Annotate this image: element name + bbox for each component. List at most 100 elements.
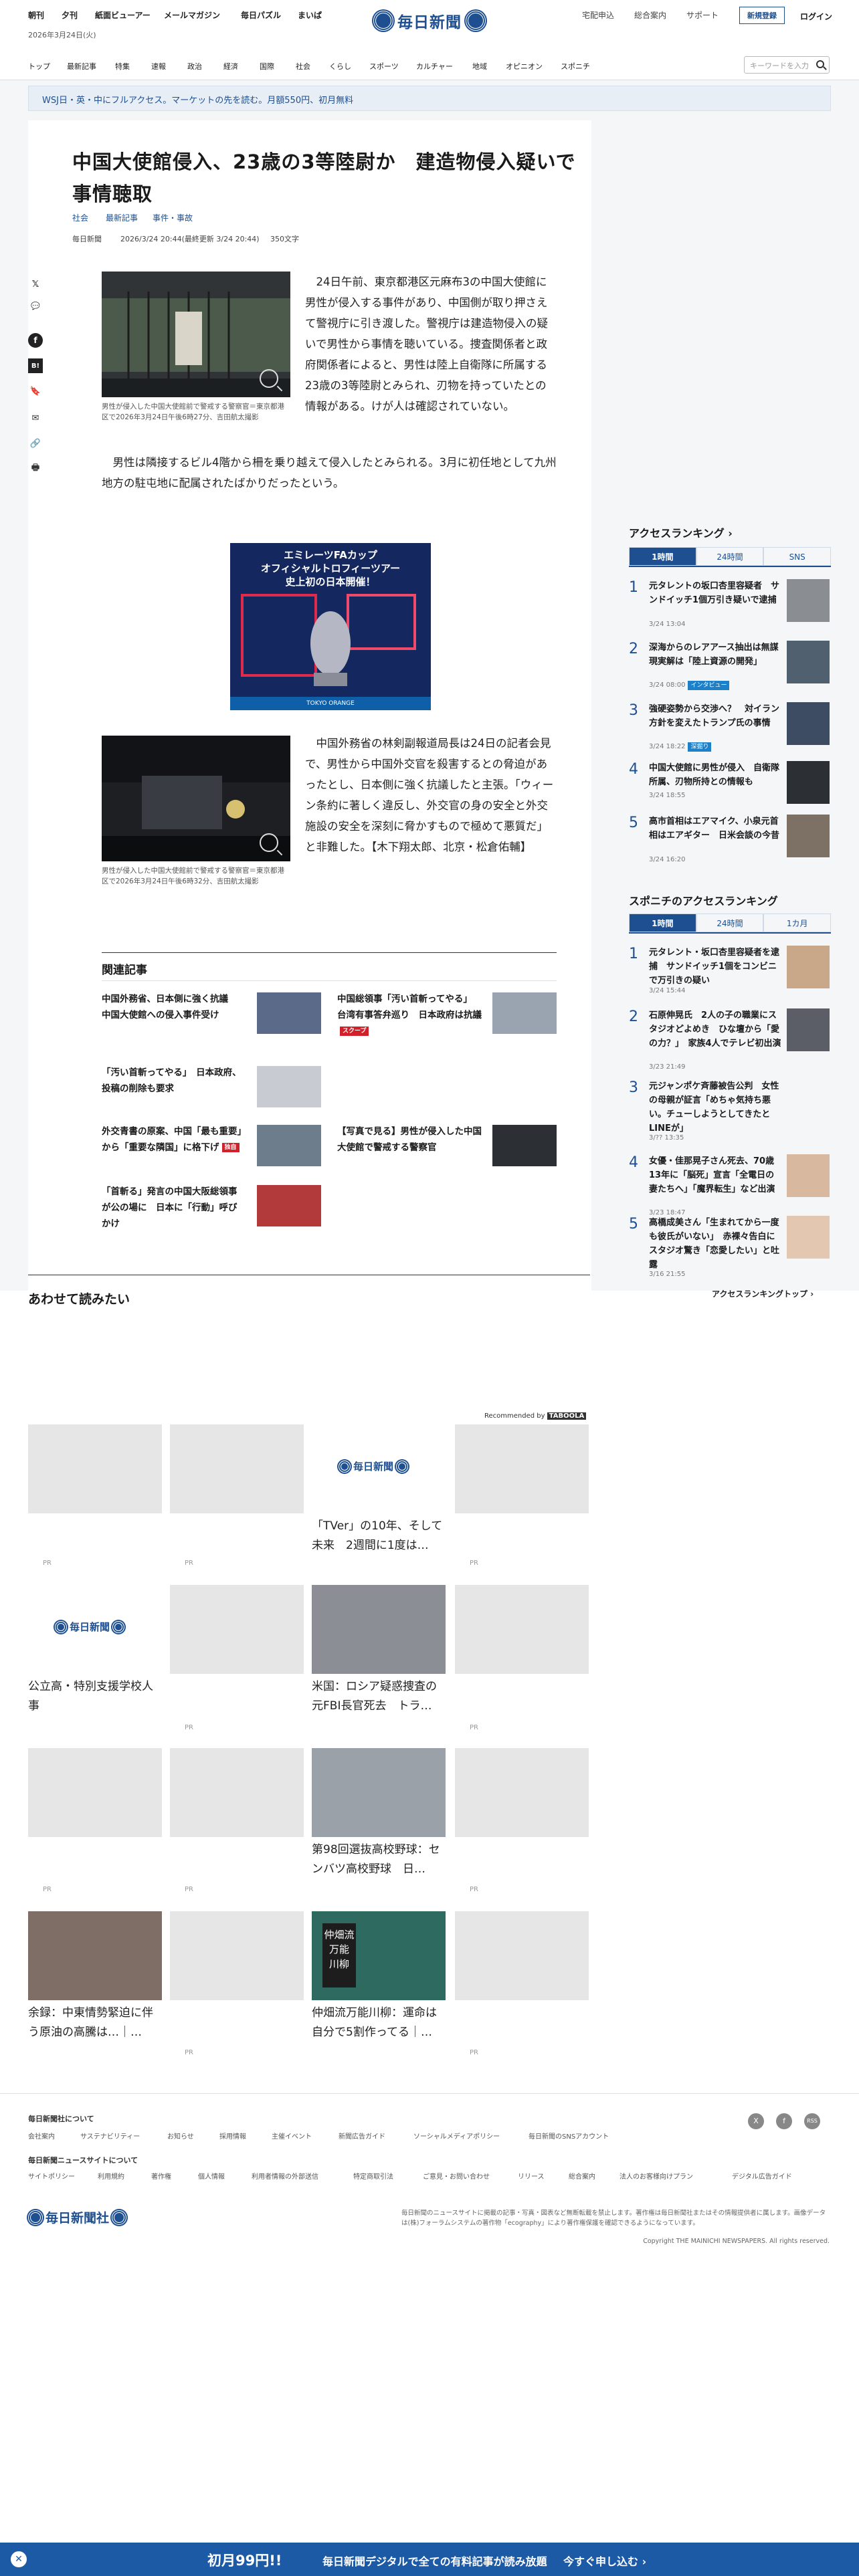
sponichi-item-2[interactable]: 石原伸晃氏 2人の子の職業にスタジオどよめき ひな壇から「愛の力？」 家族4人で… xyxy=(649,1008,783,1051)
bookmark-icon[interactable]: 🔖 xyxy=(28,384,43,399)
ranking-heading[interactable]: アクセスランキング › xyxy=(629,524,733,540)
related-item-1[interactable]: 中国外務省、日本側に強く抗議 中国大使館への侵入事件受け xyxy=(102,991,245,1023)
ranking-item-5[interactable]: 高市首相はエアマイク、小泉元首相はエアギター 日米会談の今昔 xyxy=(649,815,783,843)
hatena-share-icon[interactable]: B! xyxy=(28,358,43,373)
x-share-icon[interactable]: 𝕏 xyxy=(28,277,43,292)
util-info[interactable]: 総合案内 xyxy=(634,9,666,21)
recommend-card[interactable] xyxy=(170,1748,304,1837)
subscribe-bar[interactable]: ✕ 初月99円!! 毎日新聞デジタルで全ての有料記事が読み放題 今すぐ申し込む … xyxy=(0,2543,859,2576)
login-button[interactable]: ログイン xyxy=(800,11,832,22)
tag-incident[interactable]: 事件・事故 xyxy=(153,212,193,223)
nav-breaking[interactable]: 速報 xyxy=(151,61,166,72)
ranking-item-3[interactable]: 強硬姿勢から交渉へ？ 対イラン方針を変えたトランプ氏の事情 xyxy=(649,702,783,730)
recommend-card[interactable] xyxy=(455,1424,589,1513)
recommend-card[interactable] xyxy=(170,1911,304,2000)
article-photo-1[interactable] xyxy=(102,272,290,397)
nav-puzzle[interactable]: 毎日パズル xyxy=(241,9,281,21)
nav-opinion[interactable]: オピニオン xyxy=(506,61,543,72)
nav-maipa[interactable]: まいぱ xyxy=(298,9,322,21)
sponichi-item-3[interactable]: 元ジャンポケ斉藤被告公判 女性の母親が証言「めちゃ気持ち悪い。チューしようとして… xyxy=(649,1079,783,1136)
nav-evening[interactable]: 夕刊 xyxy=(62,9,78,21)
related-thumb-2[interactable] xyxy=(492,992,557,1034)
ranking-thumb-3[interactable] xyxy=(787,702,830,745)
x-icon[interactable]: X xyxy=(748,2113,764,2129)
recommend-title-6[interactable]: 仲畑流万能川柳：運命は自分で5割作ってる｜… xyxy=(312,2004,446,2042)
ranking-thumb-1[interactable] xyxy=(787,579,830,622)
util-delivery[interactable]: 宅配申込 xyxy=(582,9,614,21)
related-item-4[interactable]: 外交青書の原案、中国「最も重要」から「重要な隣国」に格下げ 独自 xyxy=(102,1123,245,1156)
recommend-card-5[interactable] xyxy=(28,1911,162,2000)
related-thumb-3[interactable] xyxy=(257,1066,321,1107)
nav-feature[interactable]: 特集 xyxy=(115,61,130,72)
tab-24hour[interactable]: 24時間 xyxy=(696,547,764,566)
site-logo[interactable]: 毎日新聞 xyxy=(373,7,487,35)
mail-share-icon[interactable]: ✉ xyxy=(28,411,43,425)
tab-24hour[interactable]: 24時間 xyxy=(696,914,764,932)
search-input[interactable]: キーワードを入力 xyxy=(744,56,830,74)
nav-sports[interactable]: スポーツ xyxy=(369,61,399,72)
tab-1hour[interactable]: 1時間 xyxy=(629,914,696,932)
nav-world[interactable]: 国際 xyxy=(260,61,274,72)
facebook-icon[interactable]: f xyxy=(776,2113,792,2129)
related-thumb-4[interactable] xyxy=(257,1125,321,1166)
nav-sponichi[interactable]: スポニチ xyxy=(561,61,590,72)
nav-life[interactable]: くらし xyxy=(329,61,351,72)
tab-1month[interactable]: 1カ月 xyxy=(763,914,832,932)
recommend-title-1[interactable]: 「TVer」の10年、そして未来 2週間に1度は… xyxy=(312,1517,446,1555)
recommend-card-4[interactable] xyxy=(312,1748,446,1837)
sponichi-thumb-5[interactable] xyxy=(787,1216,830,1259)
recommend-card[interactable] xyxy=(455,1585,589,1674)
recommend-card[interactable] xyxy=(170,1424,304,1513)
related-thumb-1[interactable] xyxy=(257,992,321,1034)
nav-economy[interactable]: 経済 xyxy=(223,61,238,72)
sponichi-thumb-2[interactable] xyxy=(787,1008,830,1051)
nav-viewer[interactable]: 紙面ビューアー xyxy=(95,9,151,21)
sponichi-item-4[interactable]: 女優・佳那晃子さん死去、70歳 13年に「脳死」宣言「全電日の妻たちへ」「魔界転… xyxy=(649,1154,783,1196)
register-button[interactable]: 新規登録 xyxy=(739,7,785,24)
recommend-title-4[interactable]: 第98回選抜高校野球：センバツ高校野球 日… xyxy=(312,1840,446,1879)
taboola-credit[interactable]: Recommended by TABOOLA xyxy=(484,1412,587,1420)
display-ad[interactable]: エミレーツFAカップ オフィシャルトロフィーツアー 史上初の日本開催！ TOKY… xyxy=(230,543,431,710)
recommend-title-5[interactable]: 余録：中東情勢緊迫に伴う原油の高騰は…｜… xyxy=(28,2004,162,2042)
rss-icon[interactable]: RSS xyxy=(804,2113,820,2129)
search-icon[interactable] xyxy=(816,60,824,68)
related-item-6[interactable]: 「首斬る」発言の中国大阪総領事が公の場に 日本に「行動」呼びかけ xyxy=(102,1184,245,1232)
recommend-title-2[interactable]: 公立高・特別支援学校人事 xyxy=(28,1677,162,1716)
zoom-icon[interactable] xyxy=(260,369,278,388)
comment-icon[interactable]: 💬 xyxy=(28,298,43,313)
nav-local[interactable]: 地域 xyxy=(472,61,487,72)
recommend-title-3[interactable]: 米国：ロシア疑惑捜査の元FBI長官死去 トラ… xyxy=(312,1677,446,1716)
recommend-card[interactable] xyxy=(28,1748,162,1837)
nav-top[interactable]: トップ xyxy=(28,61,50,72)
close-icon[interactable]: ✕ xyxy=(11,2551,27,2567)
related-thumb-6[interactable] xyxy=(257,1185,321,1226)
related-thumb-5[interactable] xyxy=(492,1125,557,1166)
facebook-share-icon[interactable]: f xyxy=(28,333,43,348)
recommend-card-3[interactable] xyxy=(312,1585,446,1674)
tab-1hour[interactable]: 1時間 xyxy=(629,547,696,566)
sponichi-item-1[interactable]: 元タレント・坂口杏里容疑者を逮捕 サンドイッチ1個をコンビニで万引きの疑い xyxy=(649,946,783,988)
recommend-card[interactable] xyxy=(455,1911,589,2000)
recommend-card[interactable] xyxy=(455,1748,589,1837)
nav-morning[interactable]: 朝刊 xyxy=(28,9,44,21)
util-support[interactable]: サポート xyxy=(686,9,719,21)
recommend-card-6[interactable]: 仲畑流 万能 川柳 xyxy=(312,1911,446,2000)
ranking-item-4[interactable]: 中国大使館に男性が侵入 自衛隊所属、刃物所持との情報も xyxy=(649,761,783,789)
footer-logo[interactable]: 毎日新聞社 xyxy=(28,2208,127,2226)
article-photo-2[interactable] xyxy=(102,736,290,861)
ranking-top-link[interactable]: アクセスランキングトップ › xyxy=(712,1288,814,1299)
nav-culture[interactable]: カルチャー xyxy=(416,61,453,72)
ranking-thumb-5[interactable] xyxy=(787,815,830,857)
subscribe-cta[interactable]: 今すぐ申し込む › xyxy=(563,2553,646,2569)
sponichi-item-5[interactable]: 高橋成美さん「生まれてから一度も彼氏がいない」 赤裸々告白にスタジオ驚き「恋愛し… xyxy=(649,1216,783,1272)
ranking-item-2[interactable]: 深海からのレアアース抽出は無謀 現実解は「陸上資源の開発」 xyxy=(649,641,787,669)
sponichi-thumb-1[interactable] xyxy=(787,946,830,988)
nav-mail[interactable]: メールマガジン xyxy=(164,9,220,21)
tag-society[interactable]: 社会 xyxy=(72,212,88,223)
related-item-3[interactable]: 「汚い首斬ってやる」 日本政府、投稿の削除も要求 xyxy=(102,1065,245,1097)
tab-sns[interactable]: SNS xyxy=(763,547,832,566)
related-item-5[interactable]: 【写真で見る】男性が侵入した中国大使館で警戒する警察官 xyxy=(337,1123,483,1156)
recommend-card-1[interactable]: 毎日新聞 xyxy=(312,1424,446,1513)
wsj-promo-banner[interactable]: WSJ日・英・中にフルアクセス。マーケットの先を読む。月額550円、初月無料 xyxy=(28,86,831,111)
nav-politics[interactable]: 政治 xyxy=(187,61,202,72)
